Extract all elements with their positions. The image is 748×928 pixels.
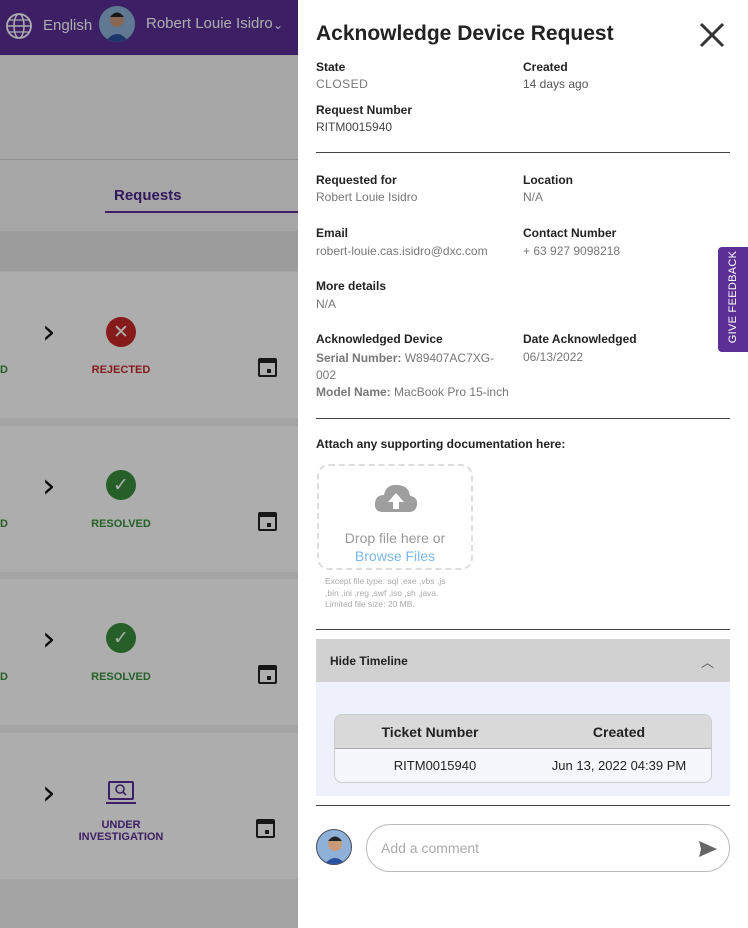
column-header-ticket-number: Ticket Number	[381, 724, 479, 740]
created-label: Created	[523, 60, 568, 74]
date-acknowledged-label: Date Acknowledged	[523, 332, 637, 346]
more-details-value: N/A	[316, 297, 337, 311]
file-hint-line: Except file type: sql ,exe ,vbs ,js	[325, 576, 446, 586]
cloud-upload-icon	[374, 484, 418, 512]
created-value: 14 days ago	[523, 77, 589, 91]
close-icon[interactable]	[697, 20, 727, 50]
contact-number-value: + 63 927 9098218	[523, 244, 621, 258]
model-name-label: Model Name:	[316, 385, 391, 399]
chevron-up-icon: ︿	[701, 655, 715, 670]
request-number-value: RITM0015940	[316, 120, 393, 134]
comment-avatar	[316, 829, 352, 865]
request-number-label: Request Number	[316, 103, 413, 117]
acknowledged-device-label: Acknowledged Device	[316, 332, 443, 346]
table-header: Ticket Number Created	[335, 715, 711, 749]
timeline-toggle-label: Hide Timeline	[330, 654, 408, 668]
browse-files-link[interactable]: Browse Files	[319, 548, 471, 564]
timeline-table: Ticket Number Created RITM0015940 Jun 13…	[334, 714, 712, 783]
panel-title: Acknowledge Device Request	[316, 22, 614, 45]
give-feedback-tab[interactable]: GIVE FEEDBACK	[718, 247, 748, 352]
timeline-toggle[interactable]: Hide Timeline ︿	[316, 639, 730, 682]
divider	[316, 629, 730, 630]
model-name-value: MacBook Pro 15-inch	[394, 385, 509, 399]
comment-input[interactable]	[381, 837, 681, 859]
requested-for-value: Robert Louie Isidro	[316, 190, 418, 204]
model-name: Model Name: MacBook Pro 15-inch	[316, 385, 509, 399]
email-value: robert-louie.cas.isidro@dxc.com	[316, 244, 488, 258]
location-label: Location	[523, 173, 573, 187]
location-value: N/A	[523, 190, 544, 204]
send-icon[interactable]	[698, 839, 718, 859]
contact-number-label: Contact Number	[523, 226, 617, 240]
file-hint-line: Limited file size: 20 MB.	[325, 599, 415, 609]
request-detail-panel: Acknowledge Device Request State CLOSED …	[298, 0, 748, 928]
state-label: State	[316, 60, 346, 74]
serial-number: Serial Number: W89407AC7XG- 002	[316, 350, 506, 384]
file-dropzone[interactable]: Drop file here or Browse Files	[317, 464, 473, 570]
attach-label: Attach any supporting documentation here…	[316, 437, 566, 451]
requested-for-label: Requested for	[316, 173, 397, 187]
give-feedback-label: GIVE FEEDBACK	[727, 250, 739, 344]
more-details-label: More details	[316, 279, 387, 293]
email-label: Email	[316, 226, 349, 240]
divider	[316, 418, 730, 419]
divider	[316, 152, 730, 153]
serial-number-value-1: W89407AC7XG-	[404, 351, 495, 365]
state-value: CLOSED	[316, 77, 369, 91]
date-acknowledged-value: 06/13/2022	[523, 350, 584, 364]
table-cell-created: Jun 13, 2022 04:39 PM	[551, 758, 687, 773]
timeline-body: Ticket Number Created RITM0015940 Jun 13…	[316, 682, 730, 796]
file-hint-line: ,bin ,ini ,reg ,swf ,iso ,sh ,java.	[325, 588, 439, 598]
table-cell-ticket-number: RITM0015940	[393, 758, 477, 773]
divider	[316, 805, 730, 806]
drop-text: Drop file here or	[344, 530, 446, 546]
user-photo	[317, 830, 351, 864]
serial-number-value-2: 002	[316, 368, 337, 382]
column-header-created: Created	[592, 724, 646, 740]
serial-number-label: Serial Number:	[316, 351, 402, 365]
comment-box	[366, 824, 730, 872]
